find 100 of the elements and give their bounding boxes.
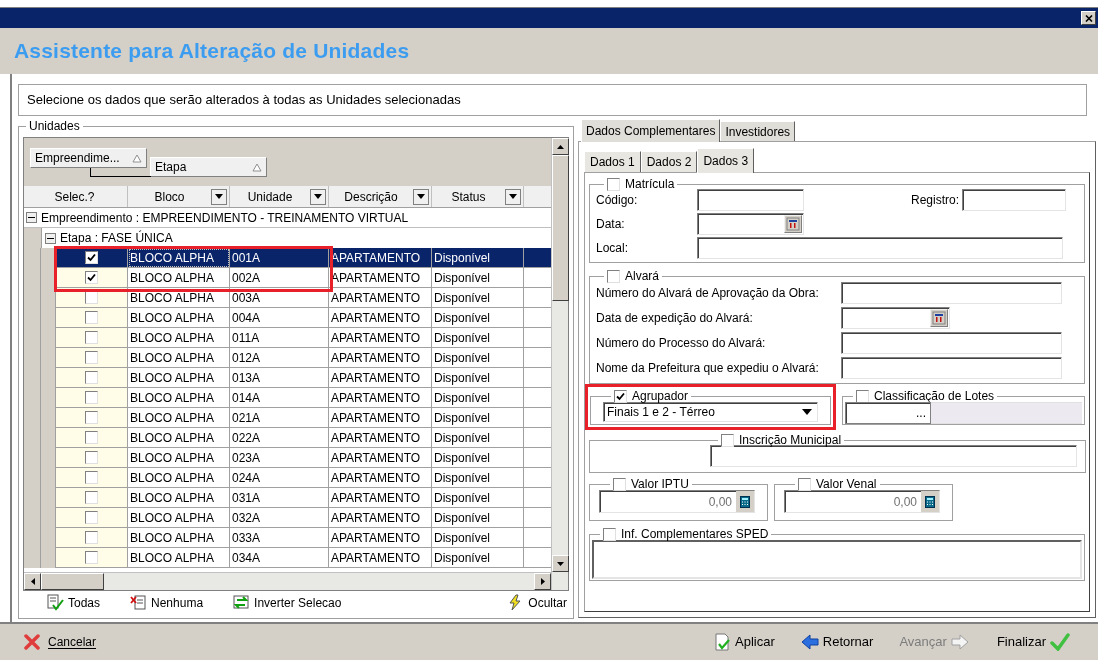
scroll-left-button[interactable] <box>24 573 41 590</box>
filter-dropdown-button[interactable] <box>413 188 429 205</box>
date-field[interactable] <box>841 307 950 329</box>
collapse-button[interactable] <box>26 212 37 223</box>
checkbox[interactable] <box>607 269 620 283</box>
scroll-down-button[interactable] <box>552 555 569 572</box>
table-cell: BLOCO ALPHA <box>128 388 230 408</box>
action-button[interactable]: Nenhuma <box>130 593 204 612</box>
row-select-cell[interactable] <box>56 428 128 448</box>
table-cell: BLOCO ALPHA <box>128 348 230 368</box>
scroll-up-button[interactable] <box>552 138 569 155</box>
checkbox[interactable] <box>856 389 869 403</box>
row-select-cell[interactable] <box>56 468 128 488</box>
input-field[interactable] <box>962 189 1066 211</box>
checkbox[interactable] <box>85 451 98 464</box>
checkbox[interactable] <box>85 551 98 564</box>
row-select-cell[interactable] <box>56 268 128 288</box>
checkbox[interactable] <box>85 351 98 364</box>
checkbox[interactable] <box>85 431 98 444</box>
table-cell <box>524 248 551 268</box>
column-header[interactable]: Unidade <box>230 186 329 207</box>
checkbox[interactable] <box>85 271 98 284</box>
checkbox[interactable] <box>85 411 98 424</box>
table-cell: BLOCO ALPHA <box>128 368 230 388</box>
checkbox[interactable] <box>607 177 620 191</box>
row-select-cell[interactable] <box>56 368 128 388</box>
table-cell: BLOCO ALPHA <box>128 328 230 348</box>
checkbox[interactable] <box>721 433 734 447</box>
checkbox[interactable] <box>85 511 98 524</box>
checkbox[interactable] <box>85 531 98 544</box>
row-select-cell[interactable] <box>56 548 128 568</box>
input-field[interactable] <box>697 189 804 211</box>
table-cell: BLOCO ALPHA <box>128 548 230 568</box>
collapse-button[interactable] <box>45 232 56 244</box>
row-select-cell[interactable] <box>56 528 128 548</box>
vertical-scrollbar[interactable] <box>551 138 568 590</box>
number-field[interactable]: 0,00 <box>784 490 940 513</box>
checkbox[interactable] <box>85 251 98 264</box>
checkbox[interactable] <box>85 371 98 384</box>
text-area[interactable] <box>592 540 1082 579</box>
group-by-button[interactable]: Etapa <box>150 157 267 177</box>
input-field[interactable] <box>710 445 1077 467</box>
checkbox[interactable] <box>85 391 98 404</box>
row-select-cell[interactable] <box>56 328 128 348</box>
scrollbar-thumb[interactable] <box>41 573 104 590</box>
input-field[interactable] <box>841 332 1062 354</box>
dropdown[interactable]: Finais 1 e 2 - Térreo <box>603 402 818 422</box>
calculator-button[interactable] <box>736 491 754 512</box>
action-button[interactable]: Ocultar <box>507 593 567 612</box>
row-select-cell[interactable] <box>56 388 128 408</box>
row-select-cell[interactable] <box>56 448 128 468</box>
footer-button[interactable]: Finalizar <box>996 632 1070 652</box>
row-select-cell[interactable] <box>56 508 128 528</box>
row-select-cell[interactable] <box>56 288 128 308</box>
date-field[interactable] <box>697 213 804 235</box>
input-field[interactable] <box>841 282 1062 304</box>
group-by-button[interactable]: Empreendime... <box>30 148 147 168</box>
table-cell: APARTAMENTO <box>329 308 432 328</box>
tab[interactable]: Dados 2 <box>640 151 698 172</box>
horizontal-scrollbar[interactable] <box>24 572 551 590</box>
filter-dropdown-button[interactable] <box>310 188 326 205</box>
checkbox[interactable] <box>613 477 626 491</box>
column-header[interactable]: Status <box>432 186 524 207</box>
row-select-cell[interactable] <box>56 488 128 508</box>
column-header[interactable]: Bloco <box>128 186 230 207</box>
scroll-right-button[interactable] <box>534 573 551 590</box>
row-select-cell[interactable] <box>56 348 128 368</box>
calculator-button[interactable] <box>921 491 939 512</box>
scrollbar-thumb[interactable] <box>552 155 569 301</box>
action-button[interactable]: Inverter Selecao <box>233 593 342 612</box>
table-cell: Disponível <box>432 528 524 548</box>
row-select-cell[interactable] <box>56 408 128 428</box>
checkbox[interactable] <box>614 389 627 403</box>
checkbox[interactable] <box>603 527 616 541</box>
footer-button[interactable]: Retornar <box>800 632 874 652</box>
calendar-button[interactable] <box>930 309 948 327</box>
tab[interactable]: Dados 3 <box>697 148 755 173</box>
checkbox[interactable] <box>85 471 98 484</box>
tab[interactable]: Dados Complementares <box>581 119 721 142</box>
checkbox[interactable] <box>85 331 98 344</box>
cancel-button[interactable]: Cancelar <box>24 633 97 651</box>
footer-button[interactable]: Aplicar <box>713 632 775 652</box>
lookup-field[interactable]: ... <box>845 402 931 424</box>
input-field[interactable] <box>697 237 1063 259</box>
input-field[interactable] <box>841 357 1062 379</box>
calendar-button[interactable] <box>784 215 802 233</box>
column-header[interactable]: Descrição <box>329 186 432 207</box>
action-button[interactable]: Todas <box>47 593 101 612</box>
checkbox[interactable] <box>798 477 811 491</box>
number-field[interactable]: 0,00 <box>599 490 755 513</box>
tab[interactable]: Dados 1 <box>584 151 641 172</box>
column-header[interactable]: Selec.? <box>24 186 128 207</box>
checkbox[interactable] <box>85 491 98 504</box>
filter-dropdown-button[interactable] <box>211 188 227 205</box>
filter-dropdown-button[interactable] <box>505 188 521 205</box>
close-button[interactable] <box>1081 11 1096 25</box>
calendar-icon <box>932 311 946 325</box>
checkbox[interactable] <box>85 311 98 324</box>
row-select-cell[interactable] <box>56 308 128 328</box>
tab[interactable]: Investidores <box>720 121 796 141</box>
